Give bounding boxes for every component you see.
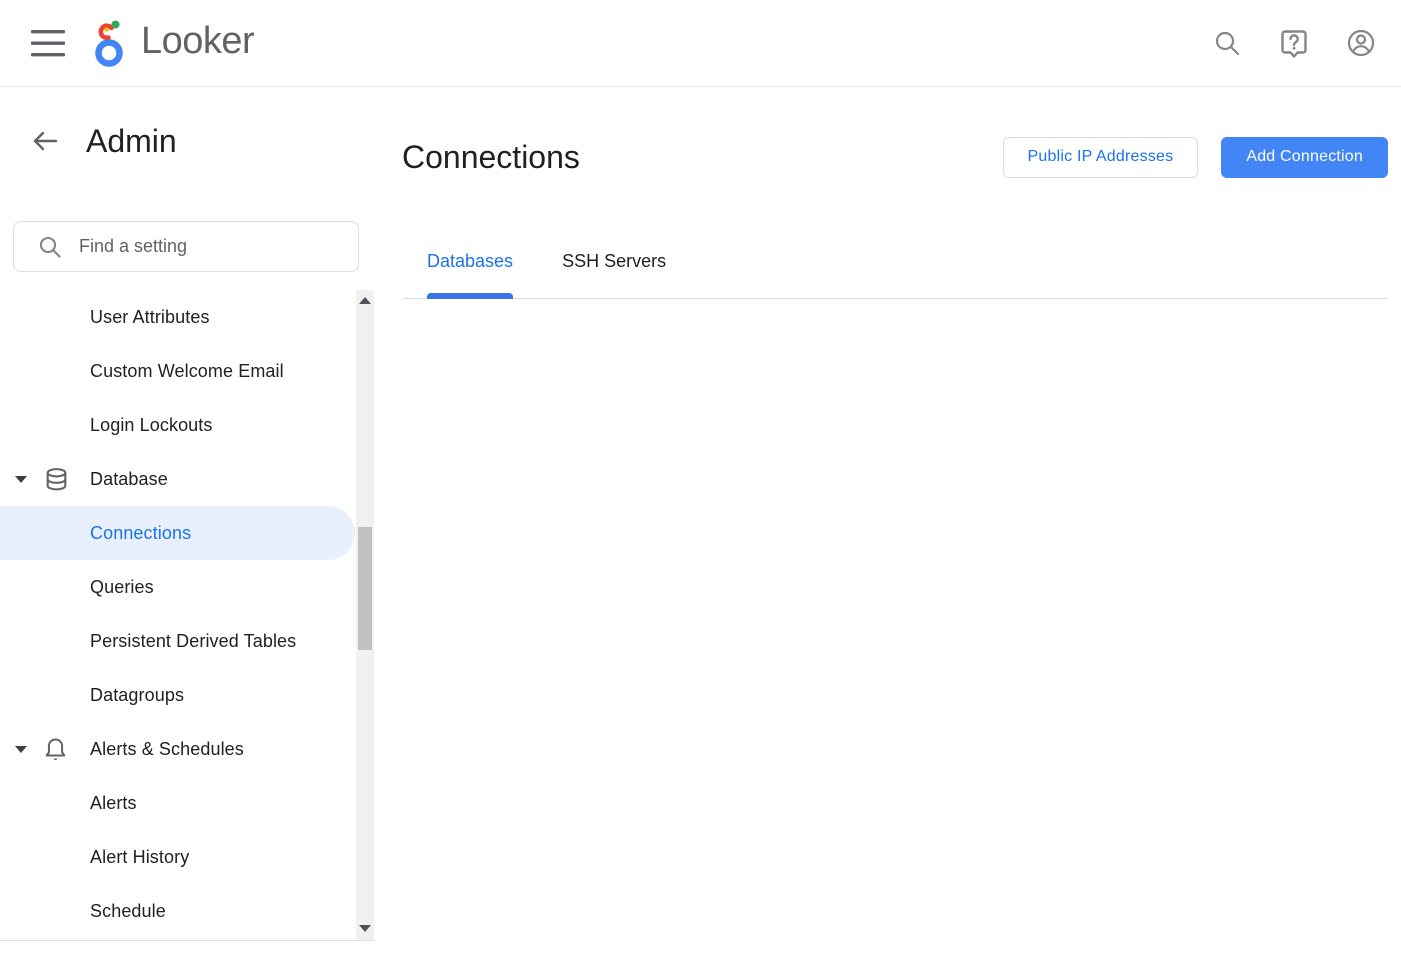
back-arrow-icon (32, 130, 58, 152)
sidebar-item-connections[interactable]: Connections (0, 506, 355, 560)
admin-nav-list: User Attributes Custom Welcome Email Log… (0, 290, 375, 941)
sidebar-item-user-attributes[interactable]: User Attributes (0, 290, 375, 344)
page-title: Connections (402, 139, 580, 176)
account-button[interactable] (1341, 23, 1381, 63)
sidebar-section-database[interactable]: Database (0, 452, 375, 506)
account-icon (1346, 28, 1376, 58)
search-icon (38, 235, 62, 259)
active-tab-underline (427, 293, 513, 299)
scrollbar-thumb[interactable] (358, 527, 372, 650)
scroll-down-icon[interactable] (359, 925, 371, 932)
help-button[interactable] (1274, 23, 1314, 63)
looker-wordmark: Looker (141, 22, 254, 64)
find-setting-searchbox[interactable] (13, 221, 359, 272)
sidebar-item-datagroups[interactable]: Datagroups (0, 668, 375, 722)
sidebar-title: Admin (86, 123, 177, 160)
bell-icon (43, 736, 68, 762)
database-icon (43, 466, 70, 493)
add-connection-button[interactable]: Add Connection (1221, 137, 1388, 178)
connections-tabbar: Databases SSH Servers (403, 251, 1388, 299)
sidebar-item-login-lockouts[interactable]: Login Lockouts (0, 398, 375, 452)
sidebar-item-alerts[interactable]: Alerts (0, 776, 375, 830)
sidebar-section-alerts-schedules[interactable]: Alerts & Schedules (0, 722, 375, 776)
looker-logo-icon (94, 18, 134, 68)
public-ip-addresses-button[interactable]: Public IP Addresses (1003, 137, 1199, 178)
sidebar-scrollbar[interactable] (356, 290, 374, 941)
sidebar-item-custom-welcome-email[interactable]: Custom Welcome Email (0, 344, 375, 398)
main-content: Connections Public IP Addresses Add Conn… (375, 87, 1401, 963)
looker-logo[interactable]: Looker (94, 18, 254, 68)
top-bar: Looker (0, 0, 1401, 87)
sidebar-item-persistent-derived-tables[interactable]: Persistent Derived Tables (0, 614, 375, 668)
tab-ssh-servers[interactable]: SSH Servers (562, 251, 666, 298)
menu-button[interactable] (28, 23, 68, 63)
tab-databases[interactable]: Databases (427, 251, 513, 298)
find-setting-input[interactable] (79, 236, 358, 257)
search-icon (1213, 29, 1241, 57)
caret-down-icon[interactable] (14, 475, 28, 484)
sidebar-item-alert-history[interactable]: Alert History (0, 830, 375, 884)
caret-down-icon[interactable] (14, 745, 28, 754)
hamburger-icon (31, 30, 65, 57)
sidebar-item-schedule[interactable]: Schedule (0, 884, 375, 938)
help-icon (1279, 28, 1309, 58)
sidebar-item-queries[interactable]: Queries (0, 560, 375, 614)
tab-content-empty (375, 299, 1401, 859)
back-button[interactable] (30, 126, 60, 156)
admin-sidebar: Admin User Attributes Custom Welcome Ema… (0, 87, 375, 963)
global-search-button[interactable] (1207, 23, 1247, 63)
scroll-up-icon[interactable] (359, 297, 371, 304)
